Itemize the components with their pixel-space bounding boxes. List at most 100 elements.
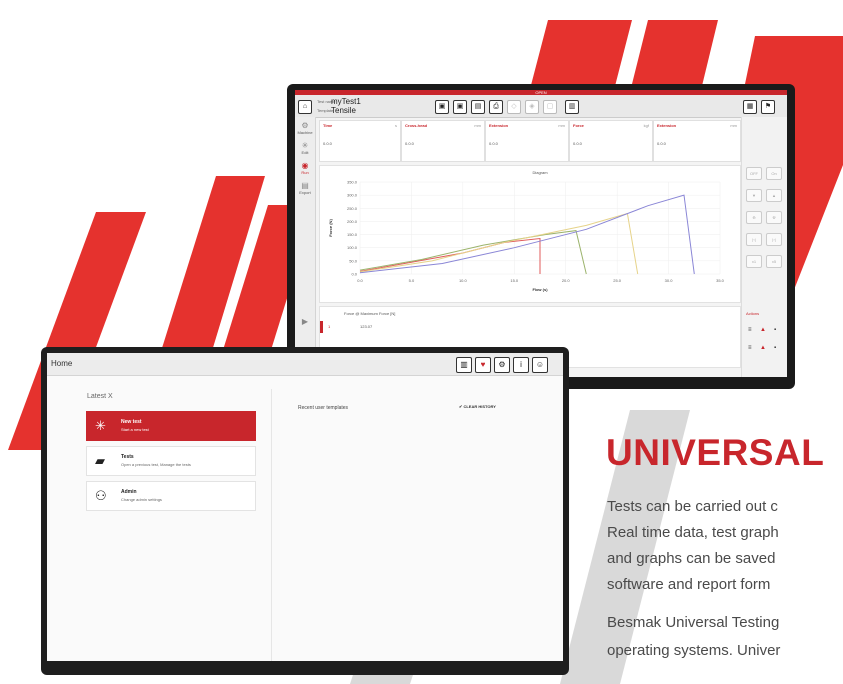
- warning-icon[interactable]: ▲: [760, 327, 766, 333]
- card-title: Admin: [121, 489, 137, 495]
- row-marker: [320, 321, 323, 333]
- nav-machine[interactable]: ⚙ Machine: [295, 121, 315, 135]
- on-button[interactable]: On: [766, 167, 782, 180]
- list-icon[interactable]: ≡: [748, 345, 752, 351]
- metric-unit: mm: [730, 123, 737, 128]
- step-left-button[interactable]: |‹|: [746, 233, 762, 246]
- x1-button[interactable]: x1: [746, 255, 762, 268]
- paragraph-line: software and report form: [607, 576, 771, 593]
- down-button[interactable]: ▼: [746, 189, 762, 202]
- clear-history-label: CLEAR HISTORY: [463, 404, 496, 409]
- flag-icon[interactable]: ⚑: [761, 100, 775, 114]
- card-title: New test: [121, 419, 142, 425]
- nav-export[interactable]: ▤ Export: [295, 181, 315, 195]
- y-tick-label: 300.0: [347, 193, 358, 198]
- warning-icon[interactable]: ▲: [760, 345, 766, 351]
- metric-label: Force: [573, 123, 584, 128]
- fast-up-button[interactable]: ⟰: [746, 211, 762, 224]
- metric-unit: s: [395, 123, 397, 128]
- metric-time: Time s 0.0.0: [319, 120, 401, 162]
- x-tick-label: 20.0: [562, 278, 571, 283]
- machine-icon[interactable]: ▥: [456, 357, 472, 373]
- metric-label: Time: [323, 123, 333, 128]
- home-icon[interactable]: ⌂: [298, 100, 312, 114]
- table-header: Force @ Maximum Force [N]: [344, 311, 396, 316]
- clear-history-button[interactable]: ✔ CLEAR HISTORY: [459, 404, 496, 409]
- metric-value: 0.0.0: [657, 141, 666, 146]
- report-icon[interactable]: ▦: [743, 100, 757, 114]
- run-icon: ◉: [301, 161, 309, 170]
- off-button[interactable]: OFF: [746, 167, 762, 180]
- paragraph-line: operating systems. Univer: [607, 642, 781, 659]
- y-tick-label: 0.0: [351, 272, 357, 277]
- heart-icon[interactable]: ♥: [475, 357, 491, 373]
- x-tick-label: 5.0: [409, 278, 415, 283]
- diagram-panel: Diagram 0.0 5.0 10.0 15.0 20.0 25.0 30.0 35.0 0.0…: [319, 165, 741, 303]
- card-title: Tests: [121, 454, 134, 460]
- y-tick-label: 50.0: [349, 258, 358, 263]
- metric-value: 0.0.0: [405, 141, 414, 146]
- test-name: myTest1: [331, 97, 361, 106]
- metric-label: Cross-head: [405, 123, 428, 128]
- delete-icon[interactable]: ▪: [774, 345, 776, 351]
- metric-unit: mm: [558, 123, 565, 128]
- new-test-card[interactable]: ✳ New test Start a new test: [86, 411, 256, 441]
- nav-run[interactable]: ◉ Run: [295, 161, 315, 175]
- force-chart: Diagram 0.0 5.0 10.0 15.0 20.0 25.0 30.0 35.0 0.0…: [328, 170, 725, 292]
- admin-card[interactable]: ⚇ Admin Change admin settings: [86, 481, 256, 511]
- info-icon[interactable]: i: [513, 357, 529, 373]
- series-line: [359, 212, 639, 275]
- print-icon[interactable]: ⎙: [489, 100, 503, 114]
- metric-unit: kgf: [643, 123, 649, 128]
- metric-label: Extension: [489, 123, 509, 128]
- metric-extension: Extension mm 0.0.0: [485, 120, 569, 162]
- metric-value: 0.0.0: [573, 141, 582, 146]
- page-heading: UNIVERSAL: [606, 432, 825, 473]
- metric-value: 0.0.0: [489, 141, 498, 146]
- row-index: 1: [328, 324, 331, 329]
- home-title: Home: [51, 359, 73, 368]
- y-axis-label: Force (N): [328, 219, 333, 237]
- nav-edit[interactable]: ✳ Edit: [295, 141, 315, 155]
- up-button[interactable]: ▲: [766, 189, 782, 202]
- admin-icon: ⚇: [95, 488, 107, 503]
- fast-down-button[interactable]: ⟱: [766, 211, 782, 224]
- folder-icon: ▰: [95, 453, 105, 468]
- toolbar: ⌂ Test name myTest1 Template Tensile ▣ ▣…: [295, 95, 787, 118]
- nav-run-label: Run: [301, 170, 309, 175]
- save-icon[interactable]: ▣: [435, 100, 449, 114]
- zero-icon[interactable]: ◇: [507, 100, 521, 114]
- y-tick-label: 150.0: [347, 232, 358, 237]
- y-tick-label: 100.0: [347, 245, 358, 250]
- save-as-icon[interactable]: ▣: [453, 100, 467, 114]
- lock-icon[interactable]: ▢: [543, 100, 557, 114]
- metric-unit: mm: [474, 123, 481, 128]
- x5-button[interactable]: x5: [766, 255, 782, 268]
- user-icon[interactable]: ☺: [532, 357, 548, 373]
- template-name: Tensile: [331, 106, 356, 115]
- series-line: [359, 230, 587, 275]
- paragraph-line: Tests can be carried out c: [607, 498, 778, 515]
- reset-icon[interactable]: ◈: [525, 100, 539, 114]
- y-tick-label: 350.0: [347, 180, 358, 185]
- open-icon[interactable]: ▤: [471, 100, 485, 114]
- gear-icon: ⚙: [301, 121, 309, 130]
- step-right-button[interactable]: |›|: [766, 233, 782, 246]
- card-subtitle: Change admin settings: [121, 497, 162, 502]
- divider: [271, 389, 272, 661]
- new-test-icon: ✳: [95, 418, 106, 433]
- tests-card[interactable]: ▰ Tests Open a previous test, Manage the…: [86, 446, 256, 476]
- machine-icon[interactable]: ▥: [565, 100, 579, 114]
- test-software-window: OPEN ⌂ Test name myTest1 Template Tensil…: [287, 84, 795, 389]
- settings-icon[interactable]: ⚙: [494, 357, 510, 373]
- home-title-bar: Home ▥ ♥ ⚙ i ☺: [47, 353, 563, 376]
- x-tick-label: 30.0: [665, 278, 674, 283]
- list-icon[interactable]: ≡: [748, 327, 752, 333]
- x-tick-label: 15.0: [510, 278, 519, 283]
- section-label: Latest X: [87, 393, 113, 400]
- table-cell: 123.07: [360, 324, 373, 329]
- play-icon[interactable]: ▶: [295, 317, 315, 326]
- metric-value: 0.0.0: [323, 141, 332, 146]
- delete-icon[interactable]: ▪: [774, 327, 776, 333]
- x-tick-label: 0.0: [357, 278, 363, 283]
